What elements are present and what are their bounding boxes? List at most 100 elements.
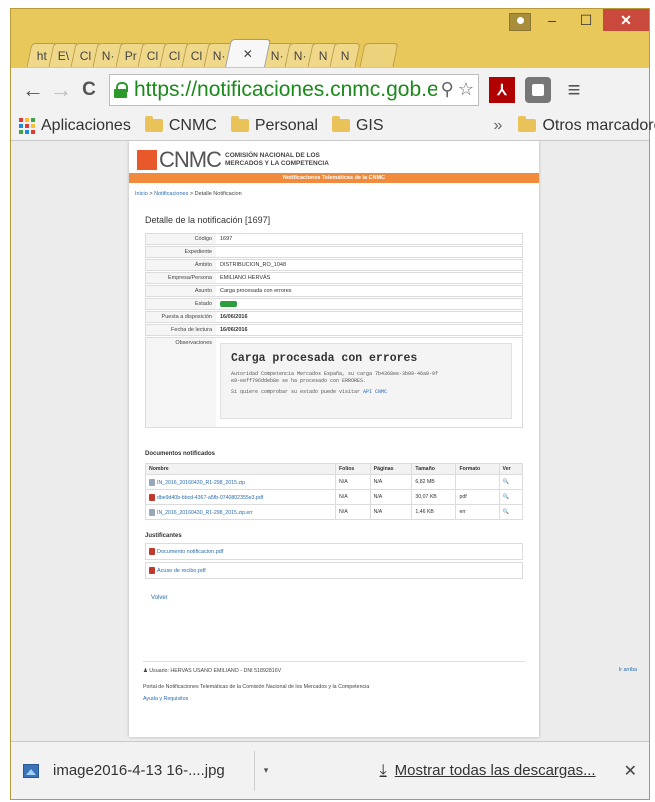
folder-icon	[144, 116, 163, 132]
page-title: Detalle de la notificación [1697]	[145, 215, 271, 225]
volver-link[interactable]: Volver	[151, 595, 168, 601]
document-link[interactable]: IN_2016_20160430_R1-298_2015.zip	[157, 479, 245, 485]
breadcrumb-notificaciones[interactable]: Notificaciones	[154, 191, 188, 197]
cnmc-logo[interactable]: CNMC COMISIÓN NACIONAL DE LOS MERCADOS Y…	[137, 147, 355, 173]
tab-close-icon[interactable]: ✕	[243, 47, 253, 61]
bookmark-gis[interactable]: GIS	[331, 116, 384, 135]
justificante-link[interactable]: Documento notificacion.pdf	[157, 549, 223, 555]
view-icon[interactable]: 🔍	[503, 494, 509, 500]
web-page: CNMC COMISIÓN NACIONAL DE LOS MERCADOS Y…	[129, 141, 637, 737]
view-icon[interactable]: 🔍	[503, 509, 509, 515]
browser-window: ht E\ Cl N· Pr Cl Cl Cl N· ✕ N· N· N N –…	[10, 8, 655, 800]
tab-label: Pr	[124, 48, 137, 63]
extension-icon[interactable]	[525, 76, 551, 103]
detail-value: 16/06/2016	[220, 314, 248, 320]
column-header: Folios	[335, 463, 371, 475]
tab-label: N·	[101, 48, 115, 63]
pdf-icon	[149, 548, 155, 555]
user-profile-icon[interactable]	[509, 13, 531, 31]
justificantes-list: Documento notificacion.pdf Acuse de reci…	[145, 543, 523, 581]
documentos-section-title: Documentos notificados	[145, 451, 216, 457]
detail-row: Asunto Carga procesada con errores	[145, 285, 523, 297]
tab-active[interactable]: ✕	[225, 39, 272, 67]
tab-label: N·	[293, 48, 307, 63]
column-header: Formato	[455, 463, 500, 475]
document-link[interactable]: dbe9d40b-bbcd-4367-a5fb-0740802355e3.pdf	[157, 494, 263, 500]
maximize-button[interactable]: ☐	[569, 9, 603, 31]
forward-button[interactable]: →	[47, 76, 75, 104]
divider	[143, 661, 525, 662]
breadcrumb-home[interactable]: Inicio	[135, 191, 148, 197]
bookmark-apps-label: Aplicaciones	[41, 116, 131, 134]
detail-row: Estado Leída	[145, 298, 523, 310]
detail-row: Empresa/Persona EMILIANO HERVÁS	[145, 272, 523, 284]
tab-label: N·	[212, 48, 226, 63]
detail-row-observaciones: Observaciones Carga procesada con errore…	[145, 337, 523, 428]
close-shelf-button[interactable]: ✕	[624, 761, 637, 781]
detail-key: Ámbito	[146, 260, 216, 270]
download-shelf: image2016-4-13 16-....jpg ▾ ⤓ Mostrar to…	[11, 741, 649, 799]
justificantes-section-title: Justificantes	[145, 533, 182, 539]
reload-button[interactable]: C	[75, 76, 103, 104]
chrome-menu-icon[interactable]: ≡	[561, 77, 587, 103]
api-cnmc-link[interactable]: API CNMC	[363, 389, 387, 395]
tab-label: N	[340, 48, 349, 63]
bookmark-apps[interactable]: Aplicaciones	[19, 117, 131, 135]
detail-key: Código	[146, 234, 216, 244]
site-banner: Notificaciones Telemáticas de la CNMC	[129, 173, 539, 183]
detail-value: 16/06/2016	[220, 327, 248, 333]
address-bar[interactable]: https://notificaciones.cnmc.gob.e ⚲ ☆	[109, 73, 479, 106]
minimize-button[interactable]: –	[535, 9, 569, 31]
table-cell: 1,46 KB	[411, 504, 457, 520]
bookmark-cnmc[interactable]: CNMC	[144, 116, 217, 135]
apps-grid-icon	[19, 117, 35, 134]
detail-key: Expediente	[146, 247, 216, 257]
bookmarks-overflow-button[interactable]: »	[494, 117, 503, 135]
scroll-top-link[interactable]: Ir arriba	[619, 667, 637, 673]
close-window-button[interactable]: ✕	[603, 9, 649, 31]
table-cell: IN_2016_20160430_R1-298_2015.zip	[145, 474, 336, 490]
table-cell: IN_2016_20160430_R1-298_2015.zip.err	[145, 504, 336, 520]
detail-key: Observaciones	[146, 338, 216, 427]
bookmark-label: GIS	[355, 116, 384, 134]
tab[interactable]: N	[329, 43, 361, 67]
folder-icon	[230, 116, 249, 132]
document-link[interactable]: IN_2016_20160430_R1-298_2015.zip.err	[157, 509, 253, 515]
pdf-extension-icon[interactable]: ⅄	[489, 76, 515, 103]
new-tab-button[interactable]	[359, 43, 399, 67]
folder-icon	[518, 116, 537, 132]
url-text[interactable]: https://notificaciones.cnmc.gob.e	[134, 78, 437, 102]
table-cell: 6,82 MB	[411, 474, 457, 490]
observaciones-line: Autoridad Competencia Mercados España, s…	[231, 371, 439, 377]
bookmark-star-icon[interactable]: ☆	[458, 79, 474, 100]
bookmark-other[interactable]: Otros marcadores	[518, 116, 655, 135]
detail-value	[216, 247, 522, 257]
title-bar: ht E\ Cl N· Pr Cl Cl Cl N· ✕ N· N· N N –…	[11, 9, 649, 67]
cnmc-logo-square	[137, 150, 157, 170]
footer-portal-text: Portal de Notificaciones Telemáticas de …	[143, 684, 370, 690]
view-icon[interactable]: 🔍	[503, 479, 509, 485]
tab-strip: ht E\ Cl N· Pr Cl Cl Cl N· ✕ N· N· N N	[26, 35, 399, 67]
detail-row: Expediente	[145, 246, 523, 258]
column-header: Páginas	[369, 463, 413, 475]
observaciones-text: Autoridad Competencia Mercados España, s…	[231, 371, 501, 396]
show-all-label: Mostrar todas las descargas...	[394, 762, 596, 779]
window-controls: – ☐ ✕	[535, 9, 649, 31]
table-cell: 🔍	[498, 474, 524, 490]
table-cell: N/A	[335, 489, 371, 505]
detail-value: EMILIANO HERVÁS	[220, 275, 271, 281]
zoom-icon[interactable]: ⚲	[441, 79, 454, 100]
justificante-link[interactable]: Acuse de recibo.pdf	[157, 568, 206, 574]
bookmark-personal[interactable]: Personal	[230, 116, 318, 135]
download-item[interactable]: image2016-4-13 16-....jpg	[23, 750, 255, 791]
table-cell: err	[455, 504, 500, 520]
download-options-button[interactable]: ▾	[255, 751, 277, 791]
help-link[interactable]: Ayuda y Requisitos	[143, 696, 188, 702]
tab-label: Cl	[168, 48, 181, 63]
detail-value: 1697	[220, 236, 233, 242]
show-all-downloads-link[interactable]: ⤓ Mostrar todas las descargas...	[380, 762, 596, 780]
folder-icon	[331, 116, 350, 132]
detail-value: Carga procesada con errores	[220, 288, 292, 294]
back-button[interactable]: ←	[19, 76, 47, 104]
breadcrumb-current: Detalle Notificacion	[194, 191, 242, 197]
